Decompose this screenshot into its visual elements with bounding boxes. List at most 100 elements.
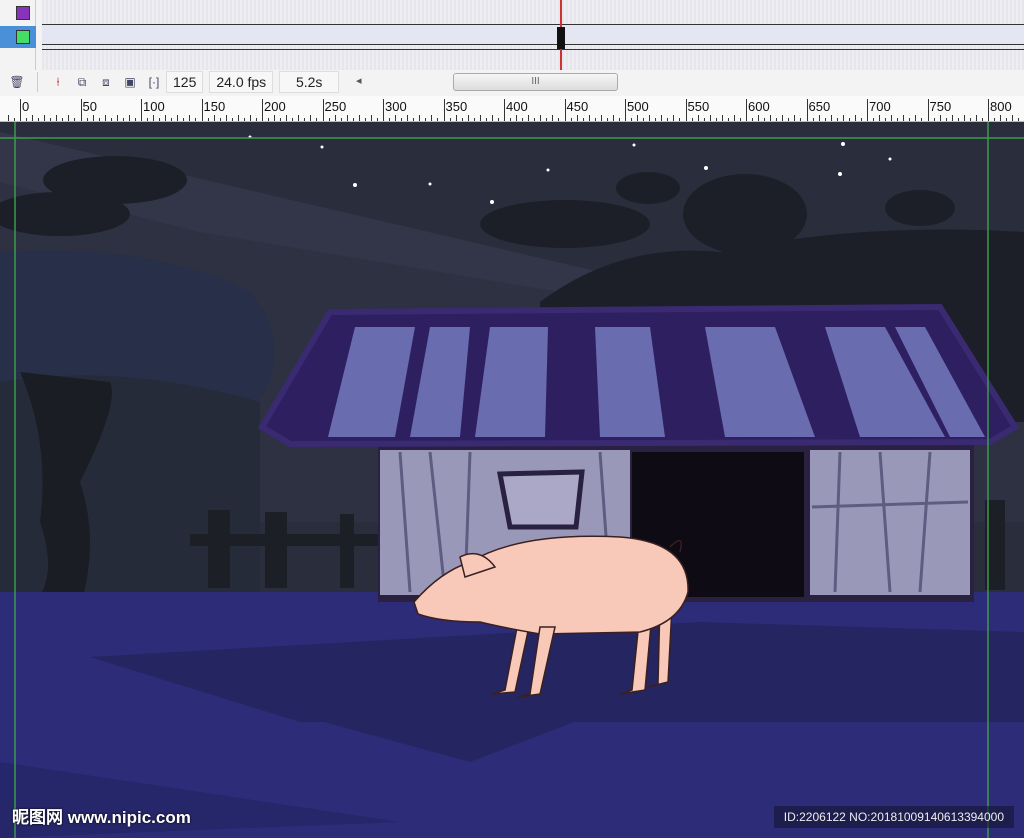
ruler-tick — [824, 118, 826, 121]
ruler-tick — [921, 118, 923, 121]
ruler-tick — [237, 115, 239, 121]
onion-skin-icon[interactable]: ⧉ — [73, 73, 91, 91]
ruler-tick — [842, 115, 844, 121]
ruler-tick — [582, 118, 584, 121]
ruler-label: 300 — [385, 99, 407, 114]
ruler-tick — [643, 118, 645, 121]
ruler-tick — [383, 99, 384, 121]
ruler-tick — [1000, 115, 1002, 121]
ruler-tick — [292, 118, 294, 121]
ruler-tick — [56, 115, 58, 121]
ruler-label: 50 — [82, 99, 97, 114]
ruler-tick — [68, 115, 70, 121]
ruler-tick — [134, 118, 136, 121]
keyframe[interactable] — [557, 27, 565, 49]
ruler-tick — [122, 118, 124, 121]
ruler-label: 550 — [687, 99, 710, 114]
scroll-left-arrow[interactable]: ◂ — [356, 74, 362, 87]
ruler-tick — [697, 115, 699, 121]
ruler-tick — [497, 118, 499, 121]
ruler-tick — [104, 115, 106, 121]
layer-color-swatch[interactable] — [16, 6, 30, 20]
onion-outline-icon[interactable]: ⧈ — [97, 73, 115, 91]
ruler-label: 500 — [627, 99, 649, 114]
ruler-tick — [1006, 118, 1008, 121]
elapsed-time: 5.2s — [279, 71, 340, 93]
ruler-tick — [20, 99, 21, 121]
ruler-tick — [945, 118, 947, 121]
ruler-tick — [637, 115, 639, 121]
ruler-tick — [364, 118, 366, 121]
ruler-tick — [485, 118, 487, 121]
ruler-tick — [340, 118, 342, 121]
ruler-tick — [794, 115, 796, 121]
ruler-label: 400 — [506, 99, 528, 114]
watermark-logo: 昵图网 www.nipic.com — [12, 808, 191, 827]
ruler-tick — [727, 118, 729, 121]
ruler-tick — [80, 99, 82, 121]
ruler-tick — [504, 99, 505, 121]
horizontal-ruler: 0 50 100 150 200 250 300 350 400 450 500 550 600 650 7… — [0, 96, 1024, 122]
ruler-tick — [13, 118, 15, 121]
ruler-tick — [376, 118, 378, 121]
ruler-tick — [709, 115, 711, 121]
ruler-tick — [655, 118, 657, 121]
ruler-tick — [909, 118, 911, 121]
ruler-label: 250 — [324, 99, 347, 114]
ruler-tick — [328, 118, 330, 121]
ruler-tick — [885, 118, 887, 121]
ruler-tick — [788, 118, 790, 121]
frames-area[interactable] — [42, 0, 1024, 70]
ruler-tick — [479, 115, 481, 121]
ruler-tick — [933, 118, 935, 121]
ruler-tick — [679, 118, 681, 121]
ruler-tick — [812, 118, 814, 121]
ruler-tick — [994, 118, 996, 121]
layer-row[interactable] — [0, 2, 36, 24]
ruler-tick — [673, 115, 675, 121]
layer-row-selected[interactable] — [0, 26, 36, 48]
ruler-tick — [304, 118, 306, 121]
layer-color-swatch[interactable] — [16, 30, 30, 44]
ruler-tick — [600, 115, 602, 121]
center-frame-icon[interactable]: ⍿ — [49, 73, 67, 91]
watermark-id: ID:2206122 NO:20181009140613394000 — [773, 806, 1014, 828]
edit-multiple-frames-icon[interactable]: ▣ — [121, 73, 139, 91]
ruler-tick — [981, 118, 983, 121]
ruler-tick — [334, 115, 336, 121]
ruler-tick — [401, 118, 403, 121]
ruler-tick — [594, 118, 596, 121]
ruler-tick — [522, 118, 524, 121]
ruler-tick — [183, 118, 185, 121]
ruler-label: 700 — [869, 99, 891, 114]
ruler-tick — [225, 115, 227, 121]
frame-rate[interactable]: 24.0 fps — [209, 71, 274, 93]
ruler-tick — [703, 118, 705, 121]
scroll-thumb[interactable]: III — [453, 73, 618, 91]
ruler-label: 350 — [445, 99, 468, 114]
trash-icon[interactable]: 🗑 — [8, 73, 26, 91]
modify-markers-icon[interactable]: [·] — [145, 73, 163, 91]
ruler-tick — [848, 118, 850, 121]
ruler-tick — [721, 115, 723, 121]
ruler-tick — [455, 115, 457, 121]
ruler-tick — [431, 115, 433, 121]
ruler-tick — [739, 118, 741, 121]
ruler-tick — [231, 118, 233, 121]
ruler-label: 650 — [808, 99, 831, 114]
timeline-panel: 🗑 ⍿ ⧉ ⧈ ▣ [·] 125 24.0 fps 5.2s ◂ III — [0, 0, 1024, 96]
ruler-tick — [818, 115, 820, 121]
current-frame: 125 — [166, 71, 204, 93]
ruler-tick — [957, 118, 959, 121]
stage-canvas[interactable]: 昵图网 www.nipic.com ID:2206122 NO:20181009… — [0, 122, 1024, 838]
ruler-tick — [286, 115, 288, 121]
ruler-tick — [141, 99, 142, 121]
timeline-scrollbar[interactable]: ◂ III — [350, 72, 1024, 92]
ruler-label: 200 — [264, 99, 286, 114]
ruler-tick — [310, 115, 312, 121]
ruler-tick — [26, 118, 28, 121]
ruler-tick — [752, 118, 754, 121]
ruler-tick — [963, 115, 965, 121]
ruler-tick — [1018, 118, 1020, 121]
ruler-label: 0 — [22, 99, 30, 114]
